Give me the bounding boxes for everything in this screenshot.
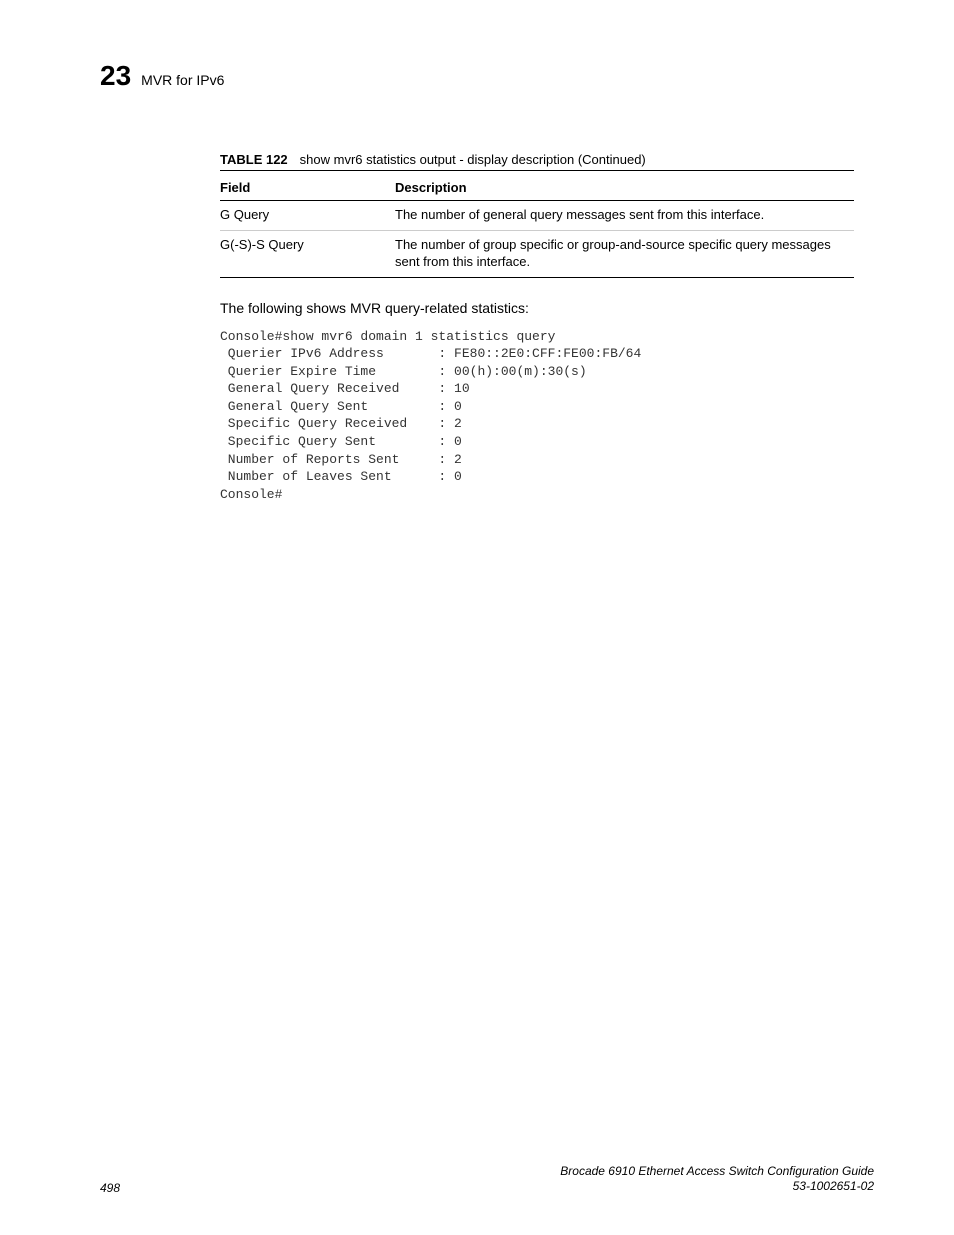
cell-desc: The number of general query messages sen…	[395, 201, 854, 231]
table-row: G Query The number of general query mess…	[220, 201, 854, 231]
chapter-number: 23	[100, 60, 131, 92]
console-output: Console#show mvr6 domain 1 statistics qu…	[220, 328, 854, 503]
table-header-desc: Description	[395, 175, 854, 201]
table-caption: TABLE 122 show mvr6 statistics output - d…	[220, 152, 854, 171]
page-number: 498	[100, 1181, 120, 1195]
page-footer: 498 Brocade 6910 Ethernet Access Switch …	[100, 1164, 874, 1195]
chapter-title: MVR for IPv6	[141, 72, 224, 88]
doc-title: Brocade 6910 Ethernet Access Switch Conf…	[560, 1164, 874, 1180]
table-header-field: Field	[220, 175, 395, 201]
cell-field: G(-S)-S Query	[220, 230, 395, 277]
cell-desc: The number of group specific or group-an…	[395, 230, 854, 277]
table-row: G(-S)-S Query The number of group specif…	[220, 230, 854, 277]
description-table: Field Description G Query The number of …	[220, 175, 854, 278]
table-label: TABLE 122	[220, 152, 288, 167]
table-caption-text: show mvr6 statistics output - display de…	[300, 152, 646, 167]
page-header: 23 MVR for IPv6	[100, 60, 874, 92]
intro-text: The following shows MVR query-related st…	[220, 300, 854, 316]
page-content: TABLE 122 show mvr6 statistics output - d…	[220, 152, 854, 503]
cell-field: G Query	[220, 201, 395, 231]
footer-right: Brocade 6910 Ethernet Access Switch Conf…	[560, 1164, 874, 1195]
doc-id: 53-1002651-02	[560, 1179, 874, 1195]
